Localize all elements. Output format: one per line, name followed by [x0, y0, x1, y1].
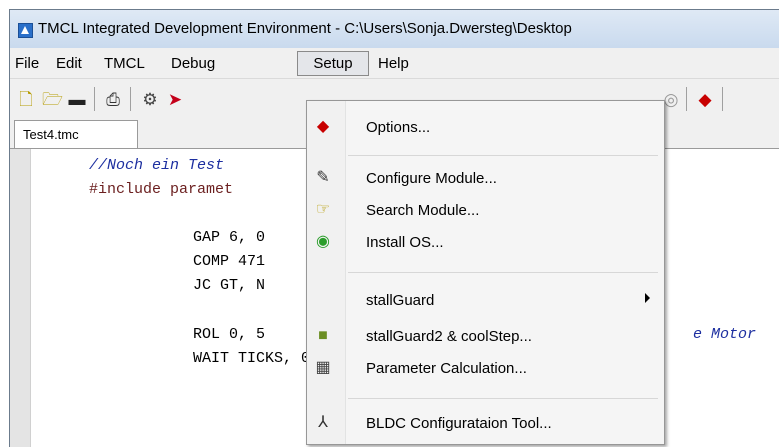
new-file-icon[interactable]: 🗋	[16, 90, 36, 110]
menu-item-configure-module[interactable]: ✎ Configure Module...	[307, 162, 664, 194]
menu-separator	[348, 272, 658, 273]
menu-help[interactable]: Help	[378, 55, 409, 72]
window-title: TMCL Integrated Development Environment …	[38, 20, 572, 37]
menu-separator	[348, 398, 658, 399]
menu-item-parameter-calculation[interactable]: ▦ Parameter Calculation...	[307, 352, 664, 384]
code-line: JC GT, N	[193, 277, 266, 294]
menu-separator	[348, 155, 658, 156]
title-bar[interactable]: TMCL Integrated Development Environment …	[10, 10, 779, 48]
menu-item-label: BLDC Configurataion Tool...	[366, 415, 552, 432]
menu-item-label: Search Module...	[366, 202, 480, 219]
menu-item-stallguard2-coolstep[interactable]: ■ stallGuard2 & coolStep...	[307, 320, 664, 352]
menu-edit[interactable]: Edit	[56, 55, 82, 72]
menu-item-stallguard[interactable]: stallGuard	[307, 284, 664, 316]
menu-debug[interactable]: Debug	[171, 55, 215, 72]
menu-bar: File Edit TMCL Debug Setup Help	[10, 48, 779, 78]
code-line: //Noch ein Test	[89, 157, 225, 174]
open-file-icon[interactable]: 🗁	[42, 90, 63, 110]
menu-item-bldc-configuration-tool[interactable]: ⅄ BLDC Configurataion Tool...	[307, 407, 664, 439]
toolbar-separator	[94, 87, 95, 111]
toolbar-separator	[722, 87, 723, 111]
menu-file[interactable]: File	[15, 55, 39, 72]
menu-item-label: Install OS...	[366, 234, 444, 251]
options-icon[interactable]: ◆	[695, 90, 715, 110]
search-module-icon: ☞	[315, 201, 331, 218]
compile-icon[interactable]: ⚙	[140, 90, 160, 110]
tab-test4[interactable]: Test4.tmc	[14, 120, 138, 148]
menu-item-search-module[interactable]: ☞ Search Module...	[307, 194, 664, 226]
app-icon	[18, 23, 33, 38]
bldc-tool-icon: ⅄	[318, 414, 328, 431]
menu-item-label: stallGuard	[366, 292, 435, 309]
menu-setup[interactable]: Setup	[297, 51, 369, 76]
editor-gutter	[10, 149, 31, 447]
code-line: GAP 6, 0	[193, 229, 266, 246]
install-os-icon: ◉	[316, 233, 330, 250]
toolbar-separator	[130, 87, 131, 111]
code-line: ROL 0, 5	[193, 326, 266, 343]
submenu-arrow-icon	[645, 293, 650, 303]
app-window: TMCL Integrated Development Environment …	[9, 9, 779, 447]
code-line: COMP 471	[193, 253, 266, 270]
options-icon: ◆	[316, 118, 330, 135]
menu-item-label: Parameter Calculation...	[366, 360, 527, 377]
configure-module-icon: ✎	[316, 169, 330, 186]
menu-item-label: stallGuard2 & coolStep...	[366, 328, 532, 345]
toolbar-separator	[686, 87, 687, 111]
setup-menu-dropdown: ◆ Options... ✎ Configure Module... ☞ Sea…	[306, 100, 665, 445]
save-icon[interactable]: ▬	[67, 90, 87, 110]
code-line: e Motor	[693, 326, 757, 343]
download-icon[interactable]: ➤	[165, 90, 185, 110]
menu-item-label: Configure Module...	[366, 170, 497, 187]
menu-item-label: Options...	[366, 119, 431, 136]
menu-tmcl[interactable]: TMCL	[104, 55, 145, 72]
print-icon[interactable]: ⎙	[103, 90, 123, 110]
code-line: #include paramet	[89, 181, 234, 198]
calculator-icon: ▦	[315, 359, 331, 376]
menu-item-install-os[interactable]: ◉ Install OS...	[307, 226, 664, 258]
menu-item-options[interactable]: ◆ Options...	[307, 111, 664, 143]
stallguard2-icon: ■	[318, 327, 328, 344]
menu-icon-column	[307, 101, 346, 444]
